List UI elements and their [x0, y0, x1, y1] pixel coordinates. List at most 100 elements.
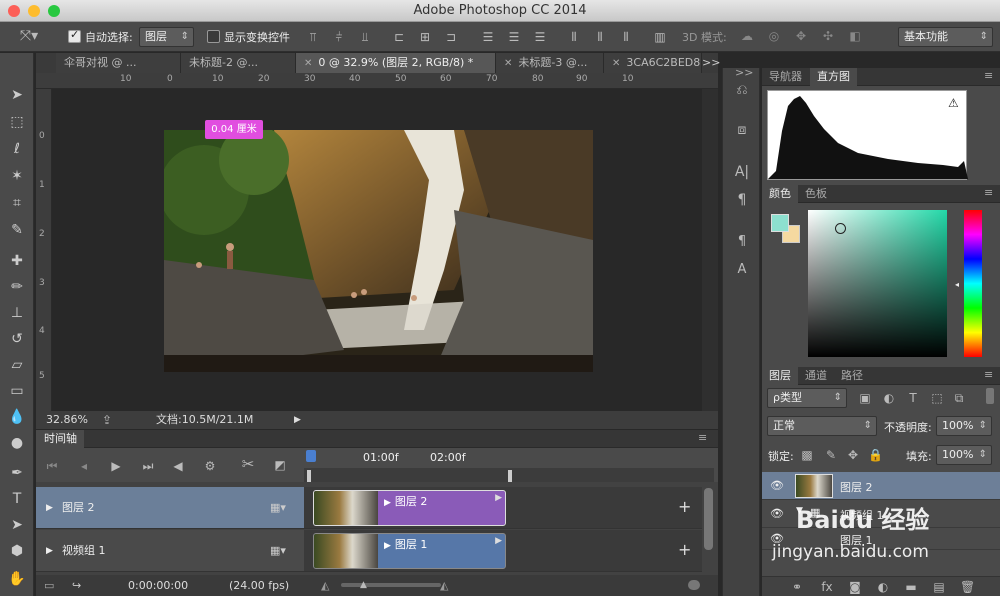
crop-tool-icon[interactable]: ⌗: [5, 191, 29, 215]
workspace-dropdown[interactable]: 基本功能: [898, 27, 993, 47]
first-frame-icon[interactable]: ⏮: [44, 458, 60, 474]
distribute-hcenter-icon[interactable]: ⦀: [592, 29, 608, 45]
track-layer2[interactable]: ▶ 图层 2 ▦▾: [36, 487, 304, 529]
strip-collapse-icon[interactable]: >>: [735, 66, 753, 79]
doc-tab-active[interactable]: ✕ 0 @ 32.9% (图层 2, RGB/8) *: [296, 53, 496, 73]
canvas-vertical-scrollbar[interactable]: [702, 89, 718, 411]
next-frame-icon[interactable]: ⏭: [140, 458, 156, 474]
panel-menu-icon[interactable]: ≡: [984, 69, 993, 82]
move-tool-preset-icon[interactable]: ⤧▾: [18, 28, 40, 44]
previous-frame-icon[interactable]: ◂: [76, 458, 92, 474]
work-area-start-handle[interactable]: [307, 470, 311, 482]
fill-input[interactable]: 100%: [936, 445, 992, 465]
video-clip[interactable]: ▶ 图层 2 ▶: [313, 490, 506, 526]
tab-paths[interactable]: 路径: [834, 367, 870, 385]
tab-layers[interactable]: 图层: [762, 367, 798, 385]
playhead[interactable]: [306, 450, 316, 462]
waterfall-photo[interactable]: [164, 130, 593, 372]
new-group-icon[interactable]: ▬: [904, 579, 918, 595]
lock-all-icon[interactable]: 🔒: [868, 447, 883, 463]
quick-select-tool-icon[interactable]: ✶: [5, 164, 29, 188]
show-transform-checkbox[interactable]: [207, 30, 220, 43]
lock-image-icon[interactable]: ✎: [824, 447, 838, 463]
eraser-tool-icon[interactable]: ▱: [5, 353, 29, 377]
panel-menu-icon[interactable]: ≡: [984, 368, 993, 381]
foreground-color-swatch[interactable]: [771, 214, 789, 232]
close-tab-icon[interactable]: ✕: [612, 58, 620, 69]
lasso-tool-icon[interactable]: ℓ: [5, 137, 29, 161]
auto-select-dropdown[interactable]: 图层: [139, 27, 194, 47]
clip-menu-icon[interactable]: ▶: [495, 536, 502, 546]
status-menu-arrow-icon[interactable]: ▶: [294, 411, 301, 429]
convert-arrow-icon[interactable]: ↪: [72, 575, 81, 596]
gradient-tool-icon[interactable]: ▭: [5, 379, 29, 403]
tab-navigator[interactable]: 导航器: [762, 68, 809, 86]
split-scissors-icon[interactable]: ✂: [238, 456, 258, 472]
warning-icon[interactable]: ⚠: [948, 96, 959, 110]
play-icon[interactable]: ▶: [108, 458, 124, 474]
link-layers-icon[interactable]: ⚭: [790, 579, 804, 595]
distribute-bottom-icon[interactable]: ☰: [532, 29, 548, 45]
new-layer-icon[interactable]: ▤: [932, 579, 946, 595]
character-styles-icon[interactable]: A: [731, 262, 753, 278]
film-strip-icon[interactable]: ▦▾: [270, 530, 286, 572]
track-video-group[interactable]: ▶ 视频组 1 ▦▾: [36, 530, 304, 572]
time-ruler[interactable]: 01:00f 02:00f: [304, 448, 718, 482]
zoom-level[interactable]: 32.86%: [46, 411, 88, 429]
render-options-icon[interactable]: ▭: [44, 575, 54, 596]
track-lane[interactable]: ▶ 图层 1 ▶ +: [304, 530, 702, 572]
blur-tool-icon[interactable]: 💧: [5, 405, 29, 429]
history-brush-tool-icon[interactable]: ↺: [5, 327, 29, 351]
auto-align-icon[interactable]: ▥: [652, 29, 668, 45]
color-picker-cursor[interactable]: [835, 223, 846, 234]
dodge-tool-icon[interactable]: ●: [5, 431, 29, 455]
doc-tab[interactable]: ✕ 3CA6C2BED86: [604, 53, 702, 73]
adjustment-layer-icon[interactable]: ◐: [876, 579, 890, 595]
color-picker-field[interactable]: [808, 210, 947, 357]
move-tool-icon[interactable]: ➤: [5, 83, 29, 107]
trash-icon[interactable]: 🗑: [960, 579, 975, 595]
brush-tool-icon[interactable]: ✏: [5, 275, 29, 299]
audio-icon[interactable]: ◀: [170, 458, 186, 474]
opacity-input[interactable]: 100%: [936, 416, 992, 436]
add-media-button[interactable]: +: [678, 540, 691, 559]
marquee-tool-icon[interactable]: ⬚: [5, 110, 29, 134]
doc-tab[interactable]: 未标题-2 @...: [181, 53, 296, 73]
transition-icon[interactable]: ◩: [272, 457, 288, 473]
zoom-out-mountain-icon[interactable]: ◭: [321, 575, 329, 596]
film-strip-icon[interactable]: ▦▾: [270, 487, 286, 529]
clone-stamp-tool-icon[interactable]: ⊥: [5, 301, 29, 325]
tab-overflow-icon[interactable]: >>: [702, 56, 720, 69]
expand-arrow-icon[interactable]: ▶: [46, 487, 53, 529]
tab-channels[interactable]: 通道: [798, 367, 834, 385]
auto-select-checkbox[interactable]: [68, 28, 81, 43]
panel-menu-icon[interactable]: ≡: [698, 431, 707, 444]
video-clip[interactable]: ▶ 图层 1 ▶: [313, 533, 506, 569]
align-right-icon[interactable]: ⊐: [443, 29, 459, 45]
doc-tab[interactable]: 伞哥对视 @ ...: [56, 53, 181, 73]
horizontal-scroll-thumb[interactable]: [688, 580, 700, 590]
align-bottom-icon[interactable]: ⫫: [357, 29, 373, 45]
tab-swatches[interactable]: 色板: [798, 185, 834, 203]
work-area-end-handle[interactable]: [508, 470, 512, 482]
close-window-button[interactable]: [8, 5, 20, 17]
distribute-top-icon[interactable]: ☰: [480, 29, 496, 45]
doc-tab[interactable]: ✕ 未标题-3 @...: [496, 53, 604, 73]
character-panel-icon[interactable]: A|: [731, 164, 753, 180]
timeline-scrollbar[interactable]: [704, 488, 713, 550]
timeline-tab[interactable]: 时间轴: [36, 430, 84, 448]
hue-slider-thumb[interactable]: ◂: [955, 280, 959, 289]
panel-menu-icon[interactable]: ≡: [984, 186, 993, 199]
orbit-3d-icon[interactable]: ☁: [738, 28, 756, 44]
scale-3d-icon[interactable]: ◧: [846, 28, 864, 44]
add-mask-icon[interactable]: ◙: [848, 579, 862, 595]
drag-3d-icon[interactable]: ✥: [792, 28, 810, 44]
align-left-icon[interactable]: ⊏: [391, 29, 407, 45]
hand-tool-icon[interactable]: ✋: [5, 567, 29, 591]
eyedropper-tool-icon[interactable]: ✎: [5, 218, 29, 242]
distribute-left-icon[interactable]: ⦀: [566, 29, 582, 45]
tab-color[interactable]: 颜色: [762, 185, 798, 203]
path-selection-tool-icon[interactable]: ➤: [5, 513, 29, 537]
align-vcenter-icon[interactable]: ⫩: [331, 29, 347, 45]
zoom-window-button[interactable]: [48, 5, 60, 17]
